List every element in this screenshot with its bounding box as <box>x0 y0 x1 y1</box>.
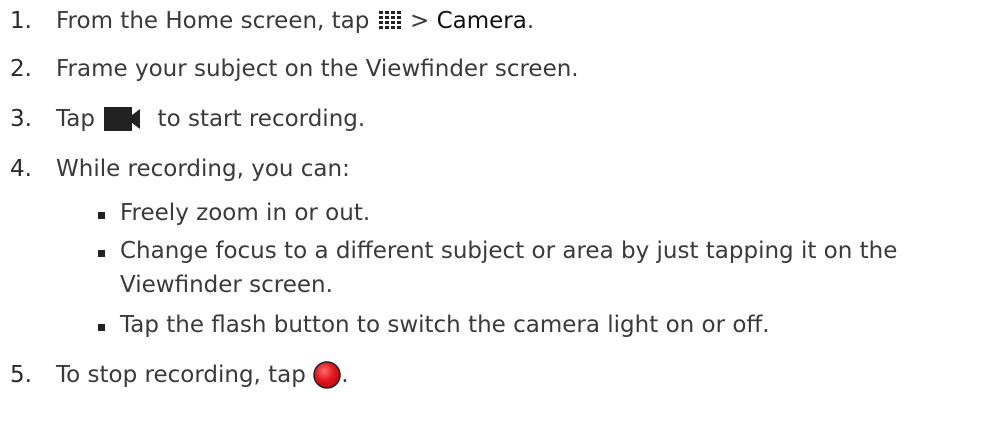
bullet-square-icon <box>98 212 105 219</box>
step-number: 2. <box>10 56 32 82</box>
bullet-text: Change focus to a different subject or a… <box>120 238 898 264</box>
step-text: To stop recording, tap . <box>56 361 349 389</box>
camera-label: Camera <box>436 8 527 34</box>
bullet-text: Tap the flash button to switch the camer… <box>120 312 770 338</box>
instruction-list: 1. From the Home screen, tap > Camera . … <box>0 0 1008 430</box>
step-number: 1. <box>10 8 32 34</box>
step-text: Frame your subject on the Viewfinder scr… <box>56 56 579 82</box>
bullet-text: Freely zoom in or out. <box>120 200 371 226</box>
step-text-pre: Tap <box>56 106 103 132</box>
step-number: 5. <box>10 362 32 388</box>
step-text-post: to start recording. <box>150 106 366 132</box>
bullet-square-icon <box>98 324 105 331</box>
step-text-post: . <box>341 362 349 388</box>
step-text-post: . <box>526 8 535 34</box>
step-text: While recording, you can: <box>56 156 350 182</box>
step-text-mid: > <box>402 8 437 34</box>
apps-grid-icon <box>378 11 401 31</box>
step-number: 4. <box>10 156 32 182</box>
video-camera-icon <box>104 107 144 131</box>
bullet-text: Viewfinder screen. <box>120 272 333 298</box>
step-text-pre: To stop recording, tap <box>56 362 314 388</box>
step-number: 3. <box>10 106 32 132</box>
red-record-icon <box>313 361 341 389</box>
step-text-pre: From the Home screen, tap <box>56 8 377 34</box>
step-text: From the Home screen, tap > Camera . <box>56 8 534 34</box>
bullet-square-icon <box>98 250 105 257</box>
step-text: Tap to start recording. <box>56 106 365 132</box>
